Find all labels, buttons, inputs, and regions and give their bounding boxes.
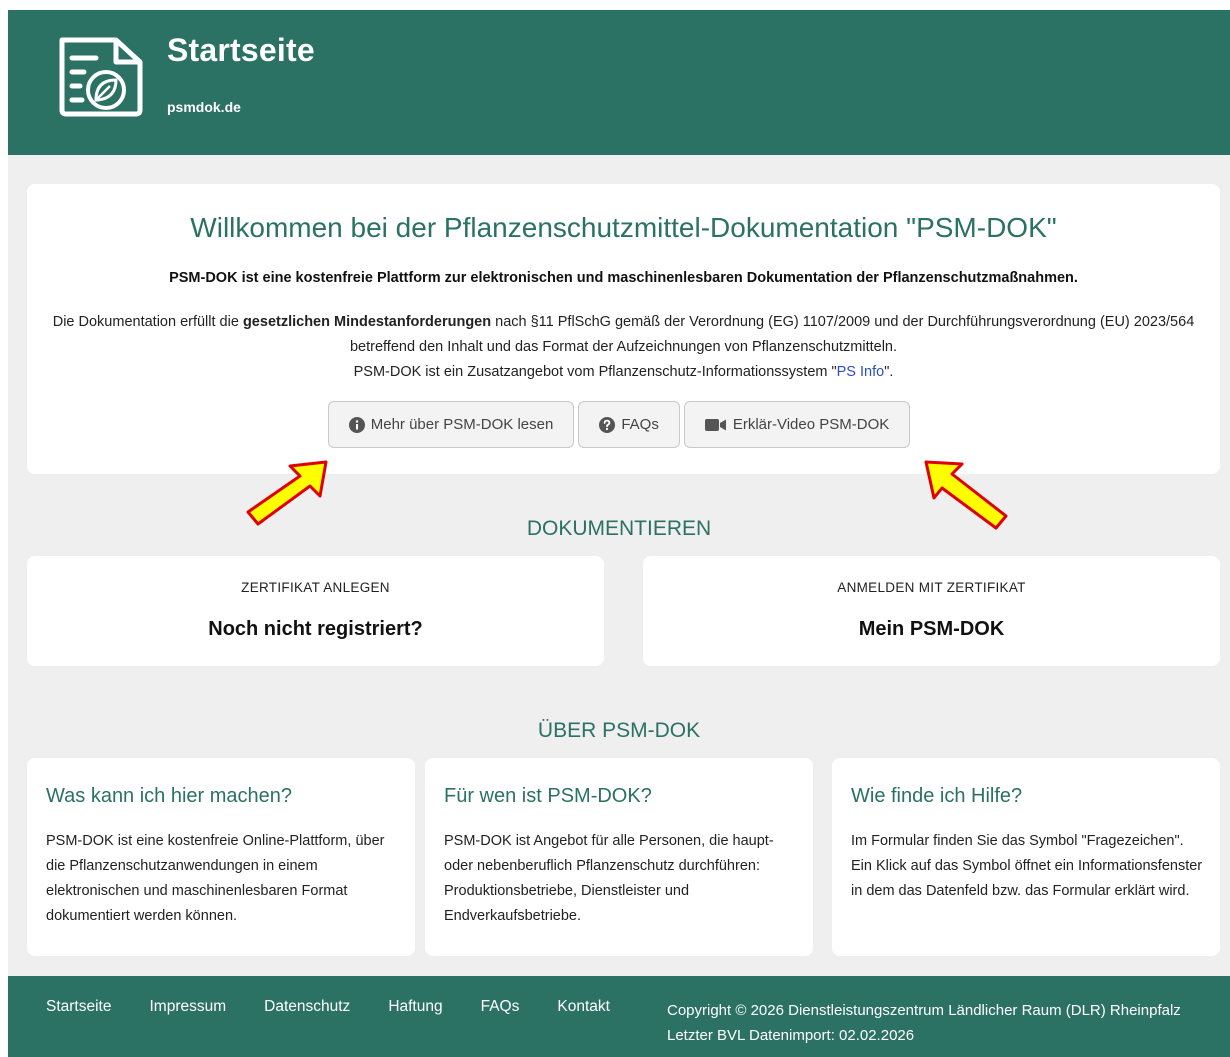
login-certificate-title: Mein PSM-DOK [858, 618, 1005, 640]
document-leaf-icon[interactable] [54, 34, 146, 118]
site-domain: psmdok.de [167, 99, 241, 115]
info-card-what-text: PSM-DOK ist eine kostenfreie Online-Plat… [46, 833, 385, 924]
ueber-heading: ÜBER PSM-DOK [537, 719, 701, 742]
video-camera-icon [704, 418, 726, 431]
explainer-video-label: Erklär-Video PSM-DOK [732, 416, 890, 433]
footer-link-haftung[interactable]: Haftung [388, 998, 442, 1016]
login-certificate-kicker: ANMELDEN MIT ZERTIFIKAT [837, 580, 1026, 595]
footer-link-kontakt[interactable]: Kontakt [557, 998, 610, 1016]
ps-info-link[interactable]: PS Info [837, 364, 885, 380]
welcome-buttons: Mehr über PSM-DOK lesen FAQs Erklär-Vide… [8, 401, 1230, 448]
info-card-who-text: PSM-DOK ist Angebot für alle Personen, d… [444, 833, 774, 924]
welcome-heading: Willkommen bei der Pflanzenschutzmittel-… [190, 212, 1057, 243]
desc-text-4: ". [884, 364, 894, 380]
explainer-video-button[interactable]: Erklär-Video PSM-DOK [683, 401, 911, 448]
faqs-button[interactable]: FAQs [578, 401, 680, 448]
footer-nav: Startseite Impressum Datenschutz Haftung… [46, 998, 610, 1016]
info-card-help-title: Wie finde ich Hilfe? [851, 785, 1023, 807]
info-card-who-title: Für wen ist PSM-DOK? [444, 785, 652, 807]
info-card-help: Wie finde ich Hilfe? Im Formular finden … [832, 758, 1220, 956]
footer-link-faqs[interactable]: FAQs [481, 998, 520, 1016]
footer-import-date: Letzter BVL Datenimport: 02.02.2026 [667, 1027, 915, 1044]
welcome-description: Die Dokumentation erfüllt die gesetzlich… [47, 310, 1200, 385]
footer-meta: Copyright © 2026 Dienstleistungszentrum … [667, 998, 1181, 1048]
footer-link-startseite[interactable]: Startseite [46, 998, 111, 1016]
faqs-label: FAQs [621, 416, 659, 433]
site-title[interactable]: Startseite [167, 32, 315, 69]
site-header: Startseite psmdok.de [8, 10, 1230, 155]
info-card-who: Für wen ist PSM-DOK? PSM-DOK ist Angebot… [425, 758, 813, 956]
question-circle-icon [599, 416, 616, 433]
create-certificate-kicker: ZERTIFIKAT ANLEGEN [241, 580, 390, 595]
login-certificate-card[interactable]: ANMELDEN MIT ZERTIFIKAT Mein PSM-DOK [643, 556, 1220, 666]
info-card-what-title: Was kann ich hier machen? [46, 785, 293, 807]
more-about-button[interactable]: Mehr über PSM-DOK lesen [327, 401, 575, 448]
create-certificate-card[interactable]: ZERTIFIKAT ANLEGEN Noch nicht registrier… [27, 556, 604, 666]
dokumentieren-heading: DOKUMENTIEREN [526, 517, 712, 540]
info-card-help-text: Im Formular finden Sie das Symbol "Frage… [851, 833, 1203, 899]
footer-link-impressum[interactable]: Impressum [149, 998, 226, 1016]
desc-text-3: PSM-DOK ist ein Zusatzangebot vom Pflanz… [353, 364, 837, 380]
site-footer: Startseite Impressum Datenschutz Haftung… [8, 976, 1230, 1057]
page: Startseite psmdok.de Willkommen bei der … [8, 10, 1230, 1057]
desc-bold: gesetzlichen Mindestanforderungen [242, 314, 492, 330]
info-card-what: Was kann ich hier machen? PSM-DOK ist ei… [27, 758, 415, 956]
welcome-lead: PSM-DOK ist eine kostenfreie Plattform z… [169, 270, 1078, 286]
footer-copyright: Copyright © 2026 Dienstleistungszentrum … [667, 1002, 1181, 1019]
more-about-label: Mehr über PSM-DOK lesen [370, 416, 554, 433]
desc-text: Die Dokumentation erfüllt die [52, 314, 243, 330]
create-certificate-title: Noch nicht registriert? [208, 618, 423, 640]
footer-link-datenschutz[interactable]: Datenschutz [264, 998, 350, 1016]
info-circle-icon [348, 416, 365, 433]
